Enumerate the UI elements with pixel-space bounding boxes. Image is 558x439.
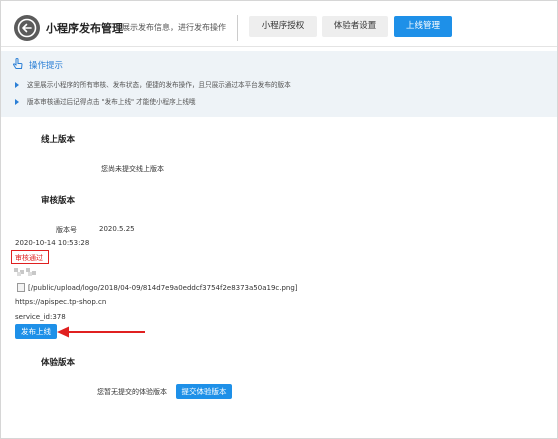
tip-text: 版本审核通过后记得点击 "发布上线" 才能使小程序上线哦 [27, 98, 196, 106]
qrcode-image-path: [/public/upload/logo/2018/04-09/814d7e9a… [28, 284, 298, 292]
audit-datetime: 2020-10-14 10:53:28 [15, 239, 90, 247]
page-title: 小程序发布管理 [46, 22, 123, 35]
tab-tester-settings[interactable]: 体验者设置 [322, 16, 388, 37]
tip-text: 这里展示小程序的所有审核、发布状态，便捷的发布操作，且只展示通过本平台发布的版本 [27, 81, 291, 89]
tip-line: 这里展示小程序的所有审核、发布状态，便捷的发布操作，且只展示通过本平台发布的版本 [15, 79, 291, 89]
submit-trial-button[interactable]: 提交体验版本 [176, 384, 232, 399]
audit-version-title: 审核版本 [41, 196, 76, 206]
header-divider-line [1, 46, 557, 47]
back-button[interactable] [14, 15, 40, 41]
header-divider [237, 15, 238, 41]
online-version-title: 线上版本 [41, 135, 76, 145]
online-version-empty: 您尚未提交线上版本 [101, 165, 164, 173]
version-number-label: 版本号 [56, 226, 77, 234]
tab-miniprogram-auth[interactable]: 小程序授权 [249, 16, 317, 37]
trial-version-title: 体验版本 [41, 358, 76, 368]
triangle-bullet-icon [15, 82, 19, 88]
service-url: https://apispec.tp-shop.cn [15, 298, 107, 306]
tab-release-management[interactable]: 上线管理 [394, 16, 452, 37]
tip-line: 版本审核通过后记得点击 "发布上线" 才能使小程序上线哦 [15, 96, 196, 106]
tips-title: 操作提示 [29, 61, 64, 71]
back-arrow-icon [17, 18, 37, 38]
tips-panel: 操作提示 这里展示小程序的所有审核、发布状态，便捷的发布操作，且只展示通过本平台… [1, 51, 557, 117]
red-arrow-icon [57, 326, 145, 338]
status-badge: 审核通过 [15, 254, 43, 262]
page-frame: 小程序发布管理 展示发布信息，进行发布操作 小程序授权 体验者设置 上线管理 操… [0, 0, 558, 439]
triangle-bullet-icon [15, 99, 19, 105]
hand-pointer-icon [12, 58, 23, 69]
service-id: service_id:378 [15, 313, 66, 321]
trial-version-empty: 您暂无提交的体验版本 [97, 388, 167, 396]
redacted-block [14, 268, 38, 276]
publish-button[interactable]: 发布上线 [15, 324, 57, 339]
page-subtitle: 展示发布信息，进行发布操作 [122, 23, 226, 32]
broken-image-icon [17, 283, 25, 292]
version-number-value: 2020.5.25 [99, 225, 135, 233]
